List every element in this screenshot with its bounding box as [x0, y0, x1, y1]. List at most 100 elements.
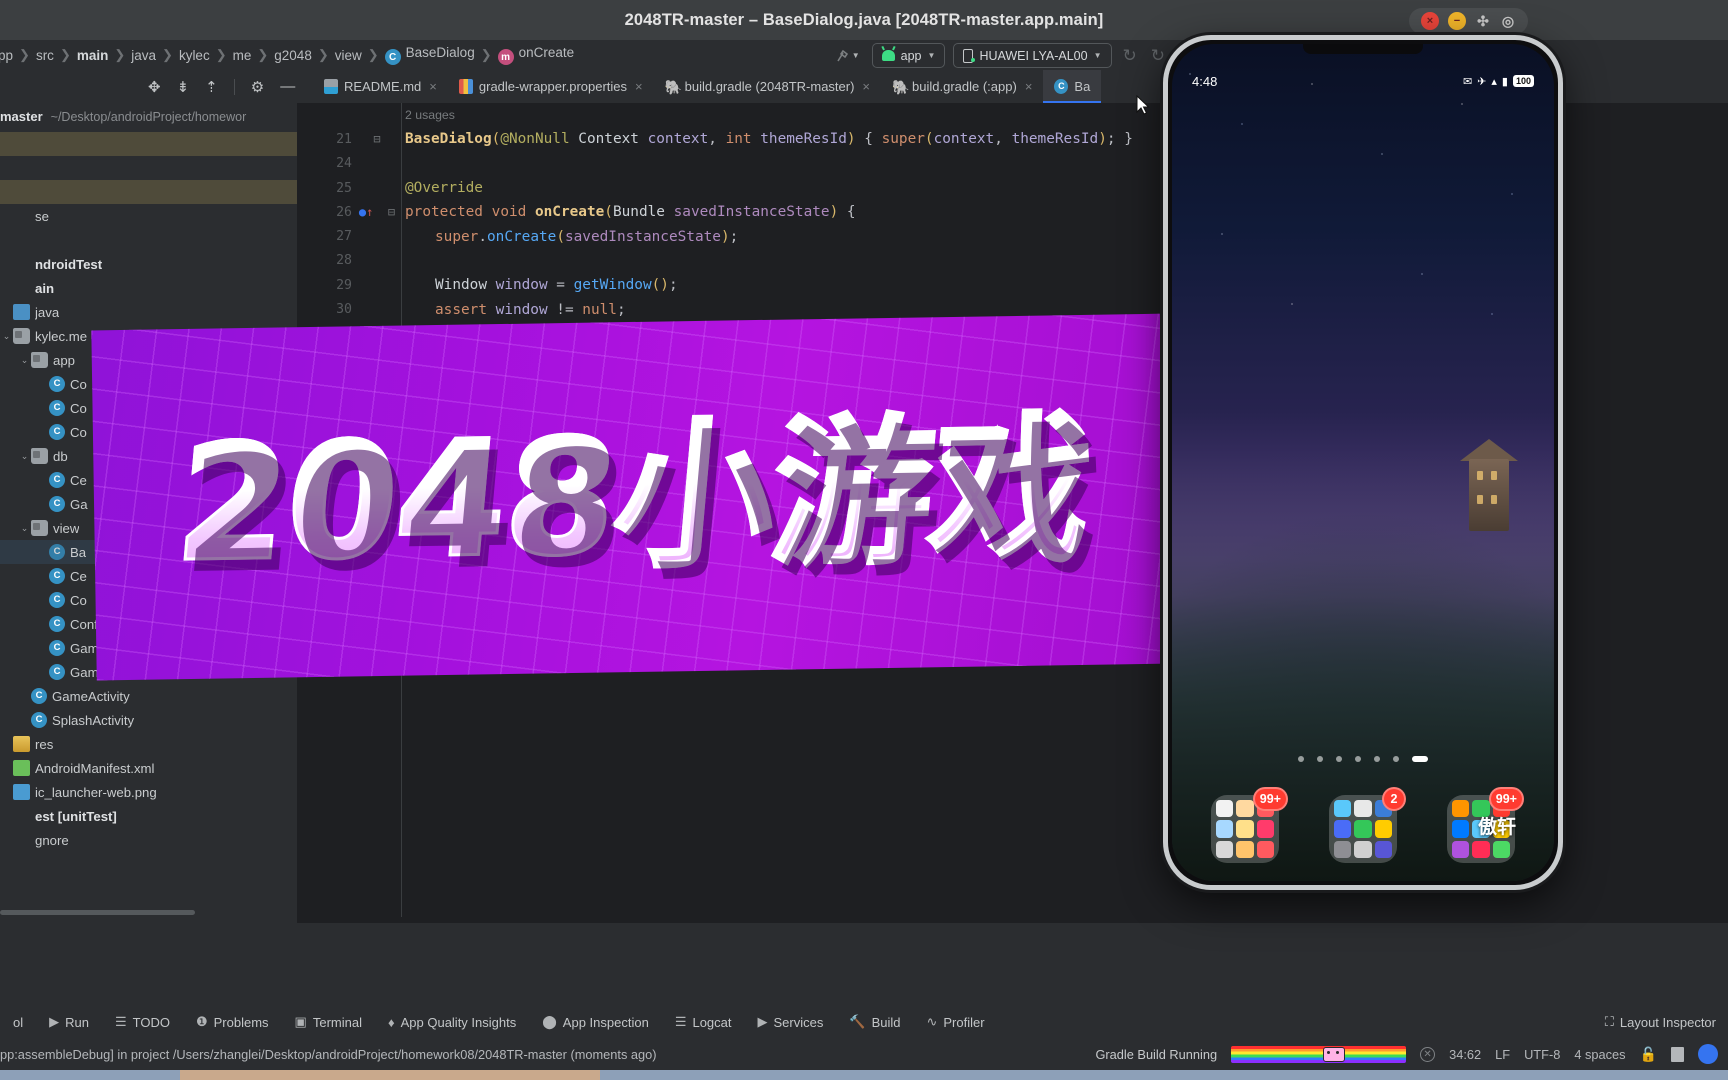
page-dot-6[interactable]: [1412, 756, 1428, 762]
breadcrumb-item-oncreate[interactable]: m onCreate: [494, 45, 579, 66]
tree-item[interactable]: [0, 180, 297, 204]
phone-screen[interactable]: 4:48 ✉ ✈ ▴ ▮ 100 99+ 2 99+ 傲轩: [1172, 44, 1554, 881]
hide-icon[interactable]: —: [280, 78, 295, 95]
editor-tab-build-gradle-app-[interactable]: 🐘 build.gradle (:app) ×: [881, 70, 1043, 103]
fold-marker-icon[interactable]: ⊟: [352, 132, 402, 146]
home-folder-1[interactable]: 99+: [1211, 787, 1288, 863]
bottom-tab-services[interactable]: ▶ Services: [745, 1014, 837, 1030]
page-dot-1[interactable]: [1317, 756, 1323, 762]
breadcrumb-item-src[interactable]: src: [32, 48, 58, 63]
bottom-tab-ol[interactable]: ol: [0, 1015, 36, 1030]
cancel-build-icon[interactable]: ✕: [1420, 1046, 1436, 1062]
bottom-tab-logcat[interactable]: ☰ Logcat: [662, 1014, 745, 1030]
breadcrumb-item-java[interactable]: java: [127, 48, 160, 63]
bottom-tab-app-inspection[interactable]: ⬤ App Inspection: [529, 1014, 662, 1030]
editor-tab-gradle-wrapper-properties[interactable]: gradle-wrapper.properties ×: [448, 70, 654, 103]
build-hammer-icon[interactable]: ▼: [831, 45, 864, 67]
indent-setting[interactable]: 4 spaces: [1574, 1047, 1625, 1062]
collapse-all-icon[interactable]: ⇡: [205, 78, 218, 96]
page-dot-5[interactable]: [1393, 756, 1399, 762]
nyan-cat-progress: [1231, 1045, 1407, 1063]
restart-icon[interactable]: ↻: [1148, 46, 1168, 66]
bottom-tool-window-bar[interactable]: ol ▶ Run ☰ TODO ❶ Problems ▣ Terminal ♦ App Qualit…: [0, 1006, 1728, 1038]
editor-horizontal-scrollbar[interactable]: [297, 917, 1728, 923]
bottom-tab-problems[interactable]: ❶ Problems: [183, 1014, 282, 1030]
bottom-tab-app-quality-insights[interactable]: ♦ App Quality Insights: [375, 1015, 529, 1030]
minimize-window-icon[interactable]: −: [1448, 12, 1466, 30]
chevron-down-icon[interactable]: ⌄: [18, 451, 31, 462]
device-selector[interactable]: HUAWEI LYA-AL00 ▼: [953, 43, 1112, 68]
tree-item[interactable]: [0, 228, 297, 252]
breadcrumb-item-main[interactable]: main: [73, 48, 113, 63]
caret-position[interactable]: 34:62: [1449, 1047, 1481, 1062]
window-controls[interactable]: × − ✣ ◎: [1409, 8, 1528, 34]
close-tab-icon[interactable]: ×: [429, 79, 437, 94]
bottom-tab-todo[interactable]: ☰ TODO: [102, 1014, 183, 1030]
tree-item-label: gnore: [35, 832, 69, 848]
breadcrumb-item-view[interactable]: view: [331, 48, 366, 63]
settings-gear-icon[interactable]: ◎: [1500, 12, 1516, 30]
editor-tabs[interactable]: README.md × gradle-wrapper.properties × 🐘 bui…: [313, 70, 1102, 103]
bookmark-icon[interactable]: [1671, 1046, 1684, 1062]
line-separator[interactable]: LF: [1495, 1047, 1510, 1062]
tree-item-gameactivity[interactable]: C GameActivity: [0, 684, 297, 708]
code-token: super: [881, 131, 925, 148]
tree-item-ndroidtest[interactable]: ndroidTest: [0, 252, 297, 276]
home-folder-2[interactable]: 2: [1329, 787, 1406, 863]
bottom-tab-run[interactable]: ▶ Run: [36, 1014, 102, 1030]
bottom-tab-terminal[interactable]: ▣ Terminal: [282, 1014, 375, 1030]
tree-item[interactable]: [0, 132, 297, 156]
breadcrumb-separator: ❯: [19, 47, 30, 62]
breadcrumb-item-basedialog[interactable]: C BaseDialog: [381, 45, 479, 66]
unlocked-icon[interactable]: 🔓: [1640, 1046, 1657, 1063]
settings-gear-icon[interactable]: ⚙: [251, 78, 264, 96]
tree-item-androidmanifest-xml[interactable]: AndroidManifest.xml: [0, 756, 297, 780]
module-selector[interactable]: app ▼: [871, 43, 946, 68]
editor-tab-build-gradle-2048tr-master-[interactable]: 🐘 build.gradle (2048TR-master) ×: [654, 70, 881, 103]
breadcrumb-item-g2048[interactable]: g2048: [270, 48, 316, 63]
select-opened-file-icon[interactable]: ✥: [148, 78, 161, 96]
editor-tab-readme-md[interactable]: README.md ×: [313, 70, 448, 103]
layout-inspector-button[interactable]: ⛶ Layout Inspector: [1605, 1014, 1716, 1030]
page-dot-3[interactable]: [1355, 756, 1361, 762]
breadcrumb-separator: ❯: [59, 47, 71, 62]
chevron-down-icon[interactable]: ⌄: [0, 331, 13, 342]
bottom-tab-profiler[interactable]: ∿ Profiler: [913, 1014, 997, 1030]
ide-widget-icon[interactable]: [1698, 1044, 1718, 1064]
close-tab-icon[interactable]: ×: [862, 79, 870, 94]
encoding[interactable]: UTF-8: [1524, 1047, 1560, 1062]
breadcrumb-item-kylec[interactable]: kylec: [175, 48, 214, 63]
breakpoint-icon[interactable]: ●↑ ⊟: [352, 205, 402, 219]
project-tool-icons[interactable]: ✥ ⇟ ⇡ ⚙ —: [148, 78, 295, 96]
tree-spacer-icon: [13, 280, 30, 296]
close-tab-icon[interactable]: ×: [1025, 79, 1033, 94]
tree-item-res[interactable]: res: [0, 732, 297, 756]
breadcrumb[interactable]: pp ❯ src ❯ main ❯ java ❯ kylec ❯ me ❯ g2048 ❯ view ❯ C Ba…: [0, 45, 578, 66]
tree-item-java[interactable]: java: [0, 300, 297, 324]
breadcrumb-item-pp[interactable]: pp: [0, 48, 17, 63]
bottom-tab-build[interactable]: 🔨 Build: [836, 1014, 913, 1030]
tree-item[interactable]: [0, 156, 297, 180]
close-tab-icon[interactable]: ×: [635, 79, 643, 94]
chevron-down-icon[interactable]: ⌄: [18, 523, 31, 534]
chevron-down-icon[interactable]: ⌄: [18, 355, 31, 366]
breadcrumb-label: java: [131, 47, 157, 63]
home-page-indicator[interactable]: [1298, 756, 1428, 762]
editor-tab-ba[interactable]: C Ba: [1043, 70, 1102, 103]
breadcrumb-item-me[interactable]: me: [229, 48, 256, 63]
hammer-caret-icon[interactable]: ▼: [852, 51, 860, 60]
page-dot-0[interactable]: [1298, 756, 1304, 762]
tree-item-gnore[interactable]: gnore: [0, 828, 297, 852]
tree-item-se[interactable]: se: [0, 204, 297, 228]
rerun-icon[interactable]: ↻: [1120, 46, 1140, 66]
expand-all-icon[interactable]: ⇟: [177, 78, 190, 96]
close-window-icon[interactable]: ×: [1421, 12, 1439, 30]
page-dot-2[interactable]: [1336, 756, 1342, 762]
tree-item-est-unittest-[interactable]: est [unitTest]: [0, 804, 297, 828]
page-dot-4[interactable]: [1374, 756, 1380, 762]
tree-item-splashactivity[interactable]: C SplashActivity: [0, 708, 297, 732]
tree-item-ic-launcher-web-png[interactable]: ic_launcher-web.png: [0, 780, 297, 804]
sidebar-horizontal-scrollbar[interactable]: [0, 910, 195, 915]
pin-window-icon[interactable]: ✣: [1475, 12, 1491, 30]
tree-item-ain[interactable]: ain: [0, 276, 297, 300]
